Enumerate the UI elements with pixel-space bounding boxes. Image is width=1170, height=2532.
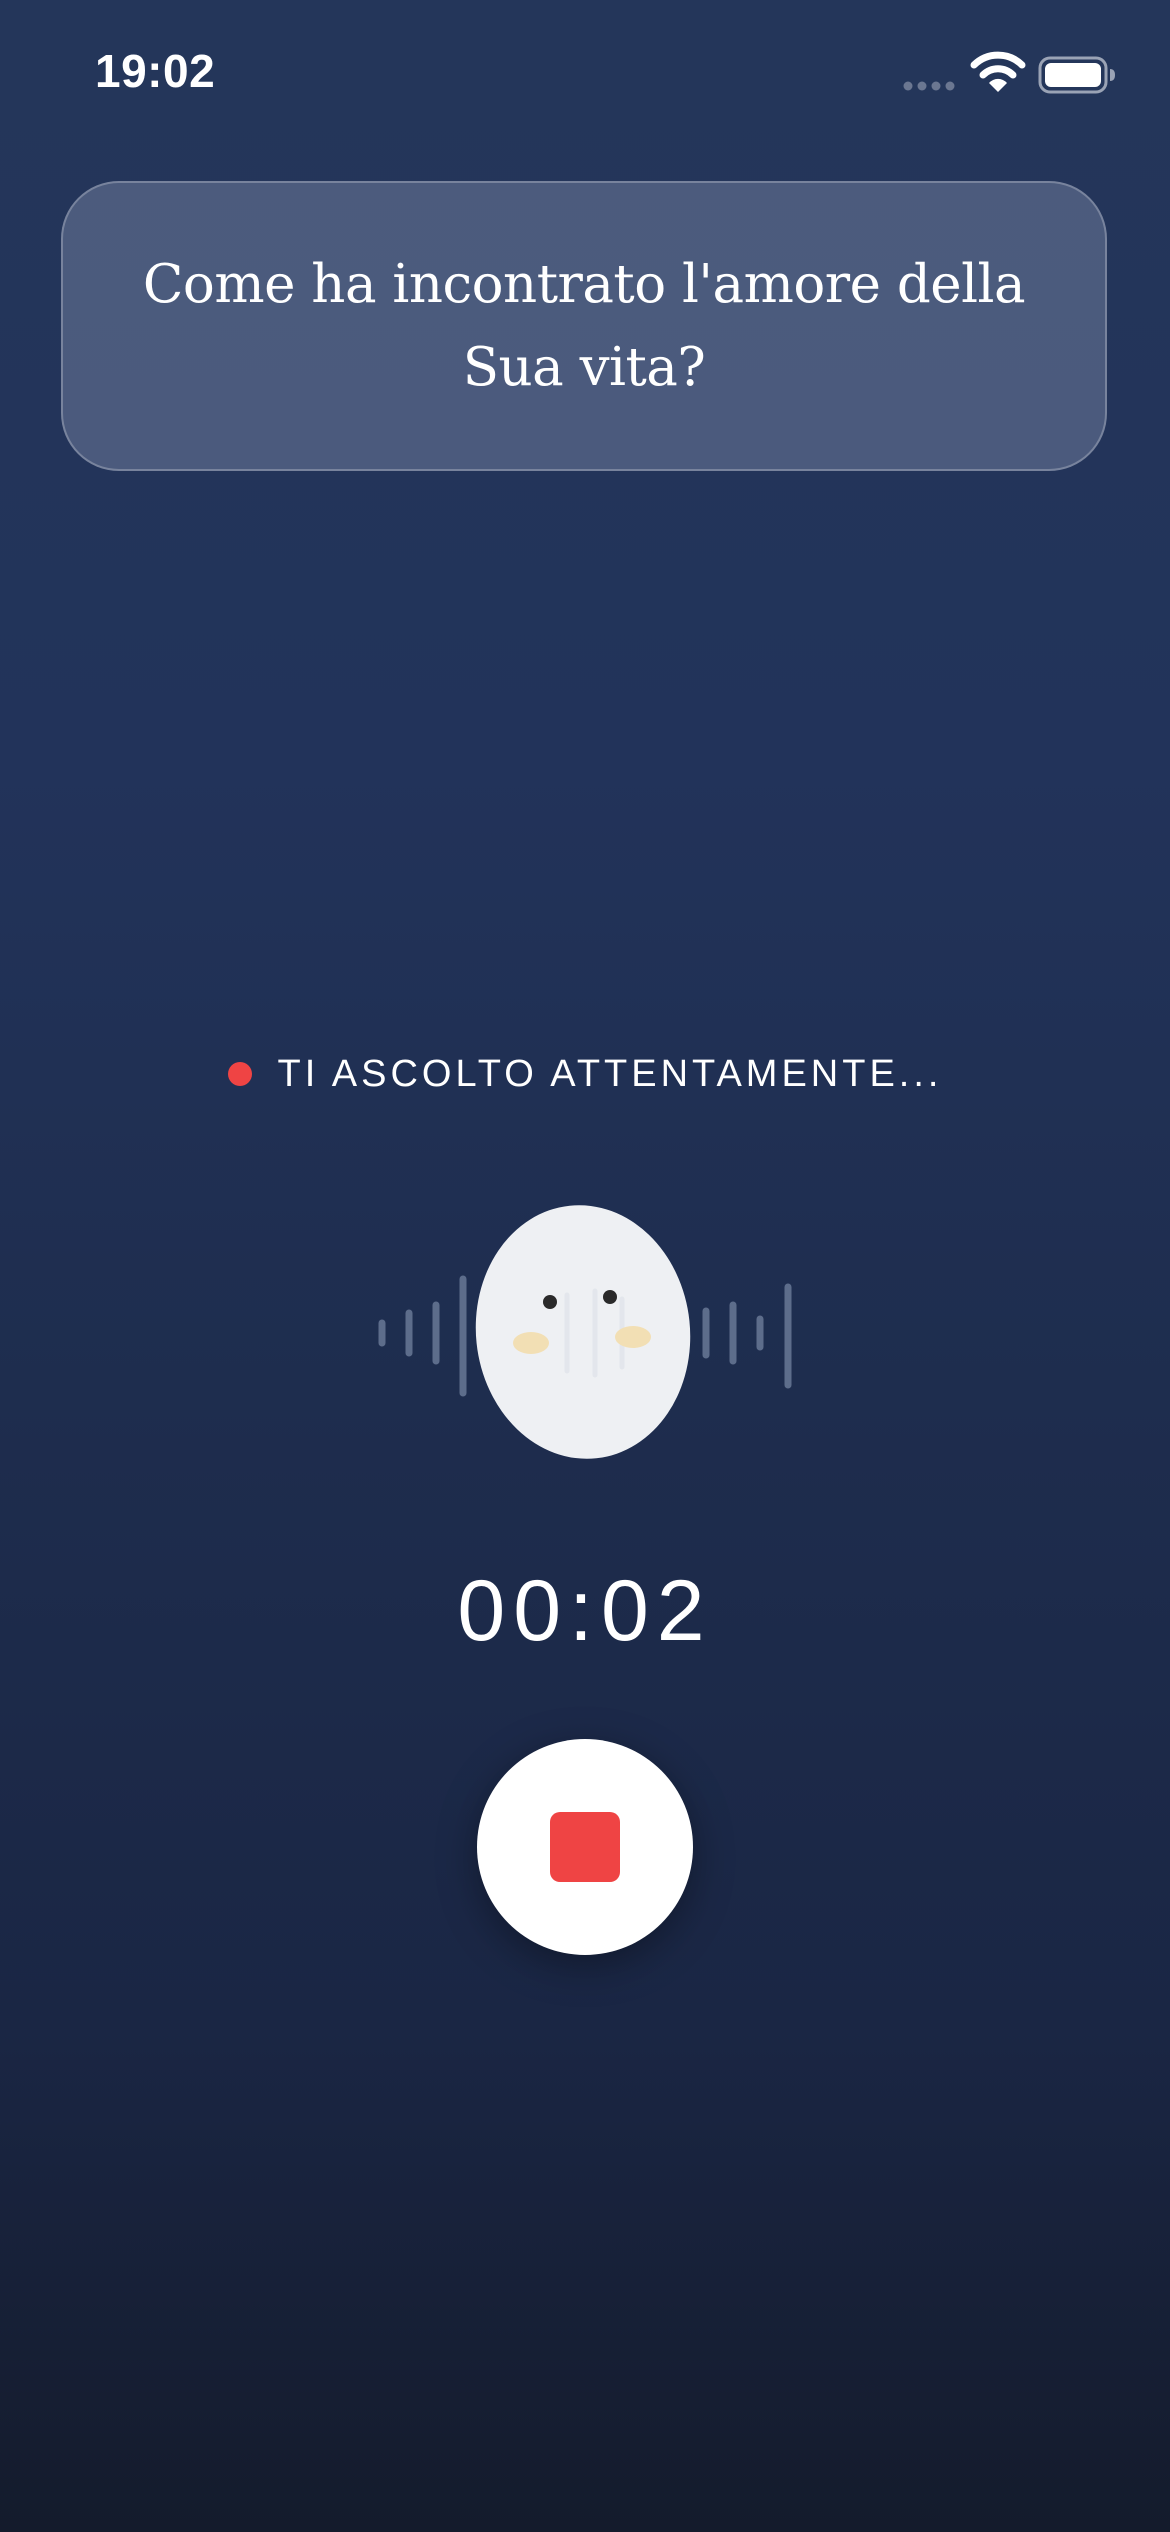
question-text: Come ha incontrato l'amore della Sua vit… <box>142 254 1026 398</box>
battery-icon <box>1038 56 1115 94</box>
mascot-left-eye <box>543 1295 557 1309</box>
question-card: Come ha incontrato l'amore della Sua vit… <box>61 181 1107 471</box>
status-time: 19:02 <box>95 45 216 97</box>
cellular-signal-icon <box>903 81 955 91</box>
wifi-icon <box>970 51 1026 92</box>
mascot-with-audio-waves <box>378 1205 792 1459</box>
recording-status: TI ASCOLTO ATTENTAMENTE... <box>0 1046 1170 1102</box>
stop-recording-button[interactable] <box>477 1739 693 1955</box>
recording-timer: 00:02 <box>457 1563 713 1659</box>
listening-label: TI ASCOLTO ATTENTAMENTE... <box>277 1052 943 1095</box>
status-bar: 19:02 <box>0 0 1170 150</box>
audio-wave-right <box>702 1283 792 1389</box>
audio-wave-left <box>378 1275 467 1397</box>
recording-indicator-icon <box>227 1062 252 1086</box>
mascot-body <box>475 1205 691 1459</box>
stop-icon <box>550 1812 620 1882</box>
mascot-right-eye <box>603 1290 617 1304</box>
mascot-right-cheek <box>615 1326 651 1348</box>
mascot-left-cheek <box>513 1332 549 1354</box>
